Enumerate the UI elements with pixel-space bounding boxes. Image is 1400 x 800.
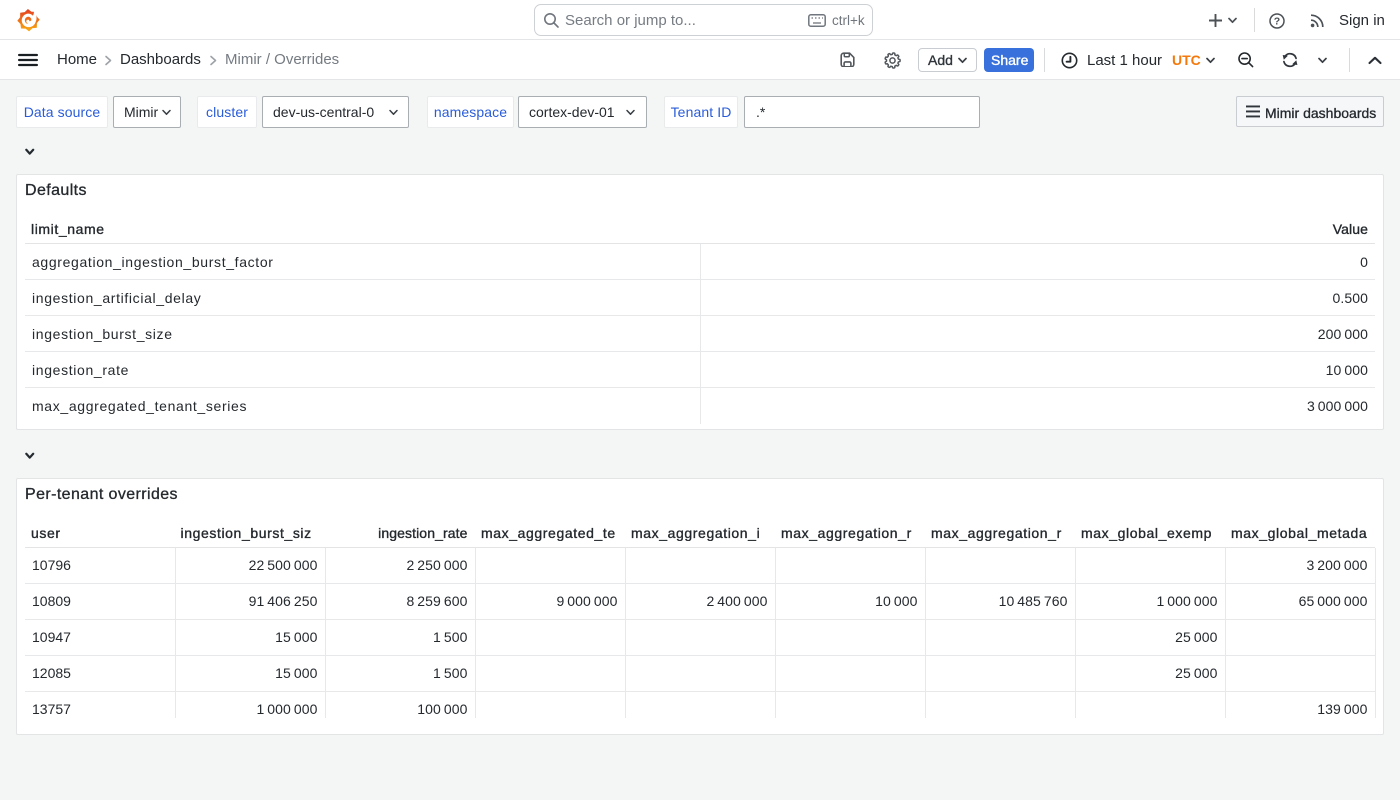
svg-text:?: ?	[1274, 15, 1280, 27]
